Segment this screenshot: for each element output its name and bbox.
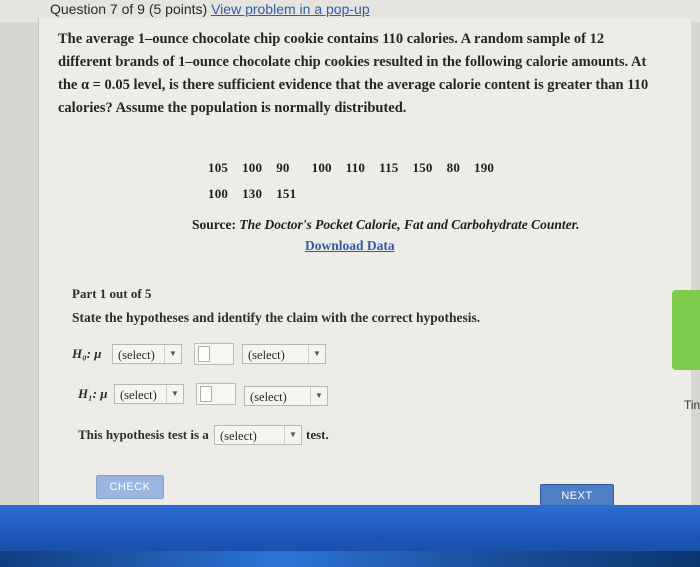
data-row-1: 105 100 90 100 110 115 150 80 190 — [208, 160, 508, 176]
problem-line: the α = 0.05 level, is there sufficient … — [58, 77, 649, 93]
h0-label: H₀: μ — [72, 346, 102, 361]
data-value: 100 — [311, 160, 332, 175]
question-number: Question 7 of 9 (5 points) — [50, 1, 208, 17]
data-value: 115 — [379, 160, 399, 175]
question-header: Question 7 of 9 (5 points) View problem … — [50, 0, 370, 18]
side-label: Tin — [684, 398, 700, 412]
h1-label: H₁: μ — [78, 386, 108, 401]
taskbar-background — [0, 505, 700, 567]
h0-operator-select[interactable]: (select) ▼ — [112, 344, 182, 364]
popup-link[interactable]: View problem in a pop-up — [211, 1, 370, 17]
data-row-2: 100 130 151 — [208, 186, 310, 202]
select-value: (select) — [250, 390, 287, 404]
data-value: 110 — [345, 160, 366, 175]
h0-claim-select[interactable]: (select) ▼ — [242, 344, 326, 364]
select-value: (select) — [248, 348, 285, 362]
source-citation: Source: The Doctor's Pocket Calorie, Fat… — [192, 217, 580, 233]
test-type-line: This hypothesis test is a — [78, 427, 209, 443]
h0-value-input[interactable] — [194, 343, 234, 365]
data-value: 130 — [242, 186, 263, 201]
select-value: (select) — [118, 348, 155, 362]
triangle-down-icon: ▼ — [166, 385, 183, 403]
problem-line: calories? Assume the population is norma… — [58, 100, 407, 116]
triangle-down-icon: ▼ — [284, 426, 301, 444]
h1-operator-select[interactable]: (select) ▼ — [114, 384, 184, 404]
download-data-link[interactable]: Download Data — [305, 238, 395, 254]
test-type-suffix: test. — [306, 427, 329, 442]
source-label: Source: — [192, 217, 236, 232]
instructions: State the hypotheses and identify the cl… — [72, 310, 481, 325]
select-value: (select) — [120, 388, 157, 402]
data-value: 151 — [276, 186, 297, 201]
data-value: 100 — [208, 186, 229, 201]
problem-line: The average 1–ounce chocolate chip cooki… — [58, 31, 605, 47]
data-value: 105 — [208, 160, 229, 175]
data-value: 90 — [276, 160, 290, 175]
h1-value-input[interactable] — [196, 383, 236, 405]
data-value: 100 — [242, 160, 263, 175]
input-field — [200, 386, 212, 402]
problem-line: different brands of 1–ounce chocolate ch… — [58, 54, 647, 70]
input-field — [198, 346, 210, 362]
check-button[interactable]: CHECK — [96, 475, 164, 499]
data-value: 150 — [412, 160, 433, 175]
data-value: 190 — [474, 160, 495, 175]
triangle-down-icon: ▼ — [164, 345, 181, 363]
part-indicator: Part 1 out of 5 — [72, 286, 152, 301]
h1-claim-select[interactable]: (select) ▼ — [244, 386, 328, 406]
problem-text: The average 1–ounce chocolate chip cooki… — [58, 28, 663, 120]
test-type-select[interactable]: (select) ▼ — [214, 425, 302, 445]
side-tab[interactable] — [672, 290, 700, 370]
test-type-prefix: This hypothesis test is a — [78, 427, 209, 442]
data-value: 80 — [446, 160, 461, 175]
triangle-down-icon: ▼ — [310, 387, 327, 405]
select-value: (select) — [220, 429, 257, 443]
source-title: The Doctor's Pocket Calorie, Fat and Car… — [239, 217, 580, 232]
taskbar-stripe — [0, 551, 700, 567]
triangle-down-icon: ▼ — [308, 345, 325, 363]
